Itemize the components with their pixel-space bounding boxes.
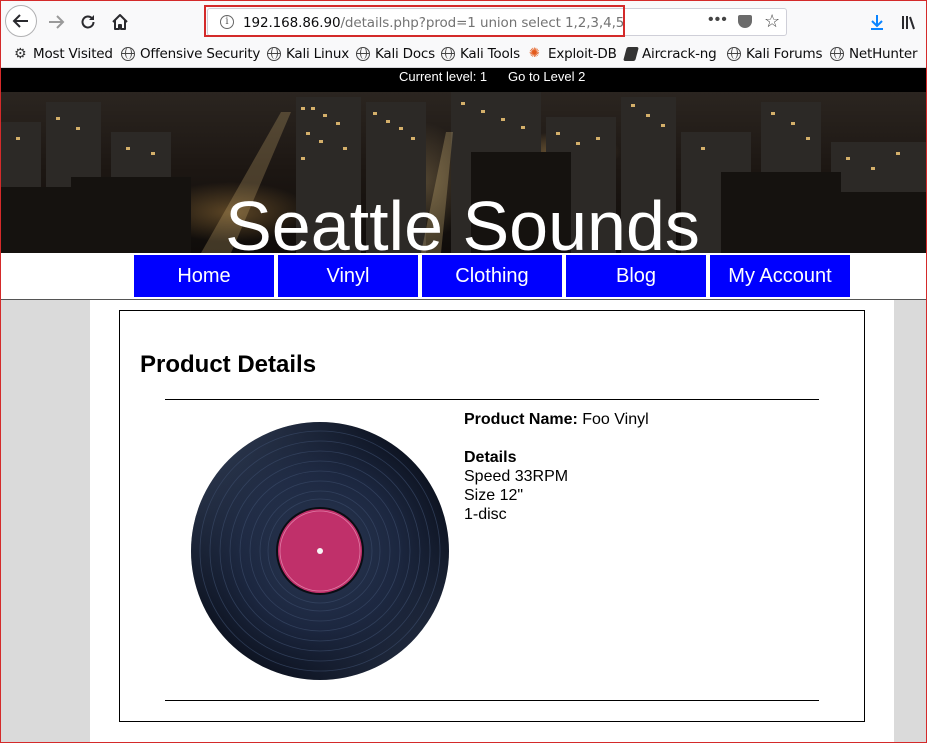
product-name-row: Product Name: Foo Vinyl	[464, 410, 649, 429]
globe-icon	[441, 47, 455, 61]
current-level-text: Current level: 1	[399, 69, 488, 84]
main-content: Product Details Product Name: Foo Vinyl …	[90, 300, 894, 743]
back-button[interactable]	[5, 5, 37, 37]
detail-speed: Speed 33RPM	[464, 468, 569, 485]
download-icon	[871, 15, 883, 30]
details-label: Details	[464, 449, 517, 466]
globe-icon	[356, 47, 370, 61]
product-name: Foo Vinyl	[582, 411, 649, 428]
bookmark-label: Kali Tools	[460, 46, 520, 62]
product-card: Product Details Product Name: Foo Vinyl …	[119, 310, 865, 722]
level-bar: Current level: 1 Go to Level 2	[1, 68, 926, 92]
bookmark-label: Aircrack-ng	[642, 46, 717, 62]
home-button[interactable]	[105, 8, 135, 36]
globe-icon	[727, 47, 741, 61]
bookmark-aircrack-ng[interactable]: Aircrack-ng	[623, 45, 717, 63]
bookmark-offensive-security[interactable]: Offensive Security	[121, 45, 260, 63]
globe-icon	[267, 47, 281, 61]
bookmark-label: Offensive Security	[140, 46, 261, 62]
forward-arrow-icon	[49, 15, 65, 29]
bookmark-exploit-db[interactable]: ✺ Exploit-DB	[529, 45, 617, 63]
home-icon	[112, 14, 128, 30]
go-to-level-link[interactable]: Go to Level 2	[508, 69, 585, 84]
page-title: Product Details	[140, 351, 317, 378]
vinyl-record-image	[191, 422, 449, 680]
bookmark-star-icon[interactable]: ☆	[764, 11, 780, 31]
bookmark-kali-forums[interactable]: Kali Forums	[727, 45, 823, 63]
detail-size: Size 12"	[464, 487, 524, 504]
site-title: Seattle Sounds	[225, 187, 700, 265]
exploit-db-icon: ✺	[529, 46, 540, 61]
aircrack-icon	[623, 47, 639, 61]
reload-button[interactable]	[73, 8, 103, 36]
back-arrow-icon	[12, 14, 28, 28]
url-highlight-annotation	[204, 5, 625, 37]
page-actions-icon[interactable]: •••	[708, 11, 728, 29]
bookmark-label: Kali Linux	[286, 46, 350, 62]
detail-discs: 1-disc	[464, 506, 507, 523]
bookmark-kali-linux[interactable]: Kali Linux	[267, 45, 349, 63]
bookmark-label: Kali Docs	[375, 46, 435, 62]
bookmark-label: Most Visited	[33, 46, 113, 62]
reload-icon	[81, 15, 95, 29]
product-info: Product Name: Foo Vinyl Details Speed 33…	[464, 410, 649, 524]
bookmark-most-visited[interactable]: ⚙ Most Visited	[14, 45, 113, 63]
forward-button[interactable]	[41, 8, 71, 36]
globe-icon	[121, 47, 135, 61]
library-button[interactable]	[894, 8, 924, 36]
pocket-icon[interactable]	[738, 15, 752, 28]
divider-top	[165, 399, 819, 400]
bookmark-label: Exploit-DB	[548, 46, 617, 62]
bookmarks-toolbar: ⚙ Most Visited Offensive Security Kali L…	[1, 41, 926, 68]
library-icon	[902, 16, 915, 30]
bookmark-label: NetHunter	[849, 46, 918, 62]
bookmark-kali-docs[interactable]: Kali Docs	[356, 45, 435, 63]
details-heading: Details	[464, 448, 649, 467]
downloads-button[interactable]	[862, 8, 892, 36]
bookmark-kali-tools[interactable]: Kali Tools	[441, 45, 520, 63]
gear-icon: ⚙	[14, 46, 27, 62]
bookmark-nethunter[interactable]: NetHunter	[830, 45, 918, 63]
globe-icon	[830, 47, 844, 61]
browser-toolbar: i 192.168.86.90/details.php?prod=1 union…	[1, 1, 926, 41]
product-name-label: Product Name:	[464, 411, 578, 428]
bookmark-label: Kali Forums	[746, 46, 823, 62]
divider-bottom	[165, 700, 819, 701]
